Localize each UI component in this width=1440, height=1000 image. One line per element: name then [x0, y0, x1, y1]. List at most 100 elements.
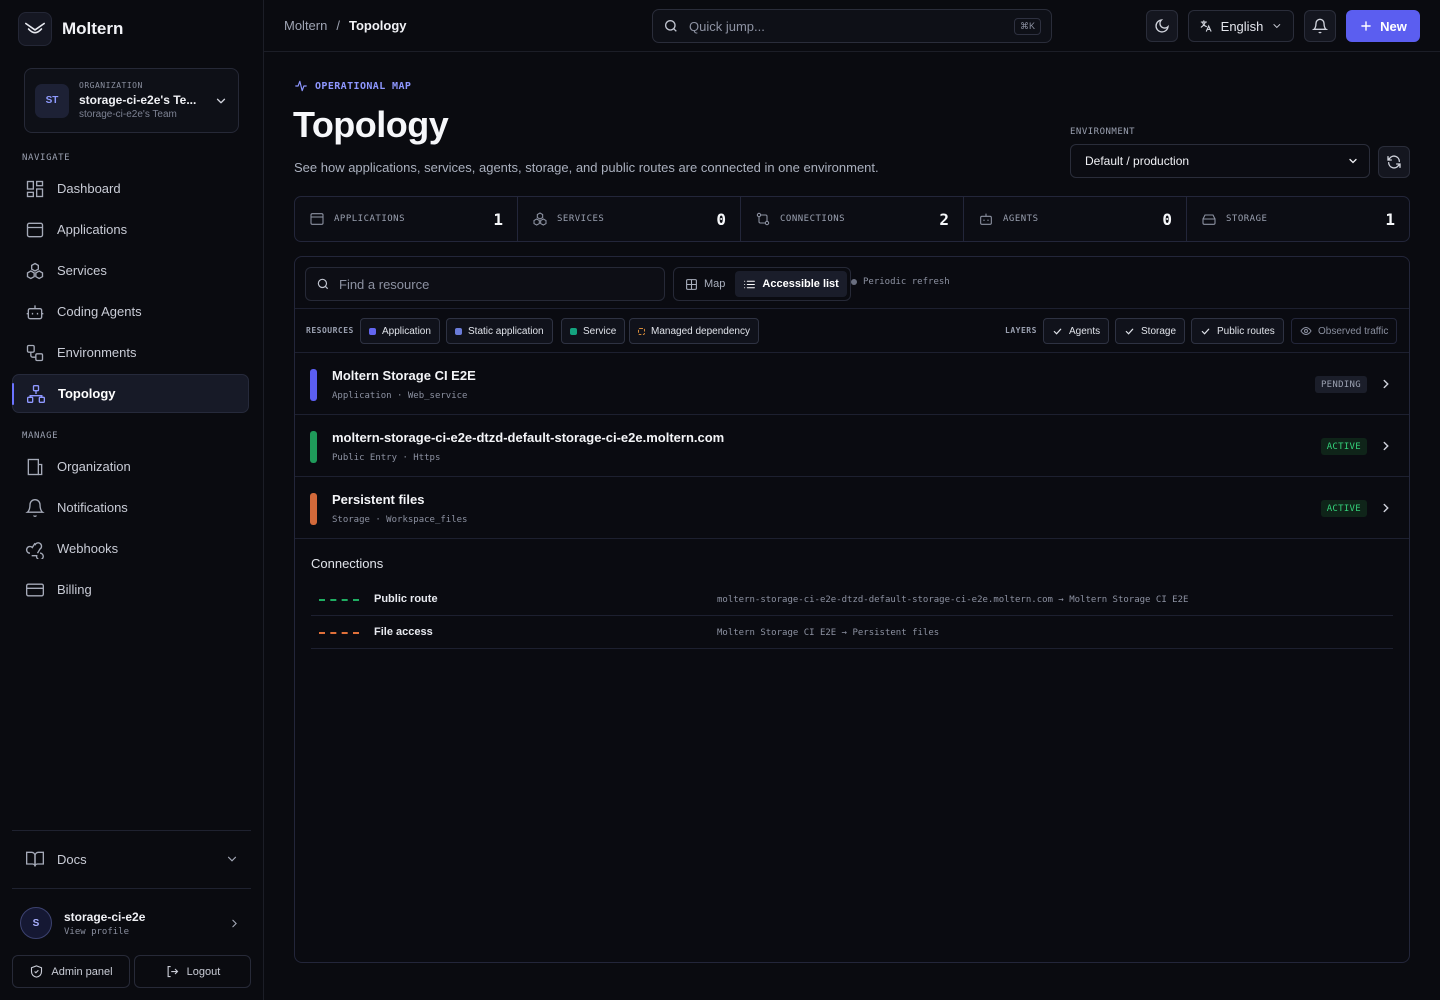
brand-name: Moltern	[62, 19, 124, 38]
stat-storage: STORAGE 1	[1187, 197, 1409, 241]
admin-panel-label: Admin panel	[51, 965, 113, 978]
list-item[interactable]: Persistent files Storage · Workspace_fil…	[295, 477, 1409, 539]
chevron-down-icon	[1273, 24, 1281, 29]
logout-icon	[167, 965, 178, 978]
quick-jump-search[interactable]: Quick jump... ⌘K	[652, 9, 1052, 43]
sidebar-item-label: Billing	[57, 582, 92, 597]
connection-row: File access Moltern Storage CI E2E → Per…	[311, 616, 1393, 649]
grid-icon	[686, 278, 697, 290]
layer-observed-traffic[interactable]: Observed traffic	[1291, 318, 1398, 344]
check-icon	[1201, 328, 1210, 335]
sidebar-item-label: Dashboard	[57, 181, 121, 196]
tab-map-label: Map	[704, 278, 726, 290]
org-name: storage-ci-e2e's Te...	[79, 93, 197, 107]
page-kicker-label: OPERATIONAL MAP	[315, 80, 412, 92]
logout-button[interactable]: Logout	[134, 955, 251, 988]
filter-label: Application	[382, 325, 431, 337]
layer-label: Observed traffic	[1318, 325, 1389, 337]
sidebar-item-label: Applications	[57, 222, 128, 237]
layers-filter-label: LAYERS	[1005, 326, 1037, 335]
organization-switcher[interactable]: ST ORGANIZATION storage-ci-e2e's Te... s…	[24, 68, 239, 133]
connection-line-swatch	[319, 599, 359, 601]
layer-label: Public routes	[1217, 325, 1275, 337]
credit-card-icon	[26, 583, 44, 596]
refresh-button[interactable]	[1378, 146, 1410, 178]
stat-value: 0	[716, 209, 726, 229]
sidebar: Moltern ST ORGANIZATION storage-ci-e2e's…	[0, 0, 264, 1000]
tab-accessible-list[interactable]: Accessible list	[735, 271, 847, 297]
check-icon	[1053, 328, 1062, 335]
filter-label: Static application	[468, 325, 544, 337]
resource-type-bar	[310, 493, 317, 525]
connection-name: Public route	[374, 593, 438, 605]
legend-swatch	[570, 327, 577, 335]
stat-services: SERVICES 0	[518, 197, 741, 241]
manage-nav: Organization Notifications Webhooks Bill…	[12, 447, 249, 611]
docs-toggle[interactable]: Docs	[12, 840, 251, 878]
layer-public-routes[interactable]: Public routes	[1191, 318, 1284, 344]
tab-map[interactable]: Map	[677, 271, 733, 297]
list-item[interactable]: moltern-storage-ci-e2e-dtzd-default-stor…	[295, 415, 1409, 477]
find-resource-placeholder: Find a resource	[339, 276, 430, 292]
layer-label: Agents	[1069, 325, 1101, 337]
chevron-right-icon	[1383, 441, 1389, 451]
new-button[interactable]: New	[1346, 10, 1420, 42]
filter-service[interactable]: Service	[561, 318, 626, 344]
environments-icon	[26, 344, 44, 361]
sidebar-item-environments[interactable]: Environments	[12, 333, 249, 372]
boxes-icon	[533, 212, 547, 226]
notifications-button[interactable]	[1304, 10, 1336, 42]
resource-title: Moltern Storage CI E2E	[332, 368, 476, 383]
shield-check-icon	[31, 965, 43, 978]
plus-icon	[1361, 21, 1371, 31]
resource-meta: Storage · Workspace_files	[332, 515, 468, 525]
resource-meta: Application · Web_service	[332, 391, 468, 401]
breadcrumb-root[interactable]: Moltern	[284, 18, 327, 33]
sidebar-item-notifications[interactable]: Notifications	[12, 488, 249, 527]
periodic-refresh-indicator: Periodic refresh	[851, 277, 950, 287]
environment-select[interactable]: Default / production	[1070, 144, 1370, 178]
logout-label: Logout	[186, 965, 221, 978]
sidebar-item-billing[interactable]: Billing	[12, 570, 249, 609]
sidebar-item-organization[interactable]: Organization	[12, 447, 249, 486]
topology-toolbar: Find a resource Map Accessible list Peri…	[295, 257, 1409, 309]
sidebar-item-services[interactable]: Services	[12, 251, 249, 290]
sidebar-item-topology[interactable]: Topology	[12, 374, 249, 413]
brand[interactable]: Moltern	[18, 12, 123, 46]
periodic-refresh-label: Periodic refresh	[863, 277, 950, 287]
sidebar-item-applications[interactable]: Applications	[12, 210, 249, 249]
theme-toggle-button[interactable]	[1146, 10, 1178, 42]
admin-panel-button[interactable]: Admin panel	[12, 955, 130, 988]
sidebar-item-label: Webhooks	[57, 541, 119, 556]
filter-managed-dependency[interactable]: Managed dependency	[629, 318, 759, 344]
stat-connections: CONNECTIONS 2	[741, 197, 964, 241]
sidebar-item-dashboard[interactable]: Dashboard	[12, 169, 249, 208]
bell-icon	[25, 498, 45, 517]
sidebar-item-label: Environments	[57, 345, 137, 360]
sidebar-item-webhooks[interactable]: Webhooks	[12, 529, 249, 568]
legend-swatch	[638, 327, 645, 335]
dashboard-icon	[26, 180, 44, 197]
language-select[interactable]: English	[1188, 10, 1294, 42]
profile-link[interactable]: S storage-ci-e2e View profile	[20, 904, 245, 942]
new-button-label: New	[1380, 18, 1407, 34]
sidebar-item-coding-agents[interactable]: Coding Agents	[12, 292, 249, 331]
org-team: storage-ci-e2e's Team	[79, 109, 177, 120]
status-badge: ACTIVE	[1320, 438, 1367, 455]
connection-name: File access	[374, 626, 433, 638]
connection-row: Public route moltern-storage-ci-e2e-dtzd…	[311, 583, 1393, 616]
sidebar-divider	[12, 830, 251, 831]
filter-application[interactable]: Application	[360, 318, 440, 344]
filter-static-application[interactable]: Static application	[446, 318, 553, 344]
list-item[interactable]: Moltern Storage CI E2E Application · Web…	[295, 353, 1409, 415]
layer-storage[interactable]: Storage	[1115, 318, 1186, 344]
boxes-icon	[26, 262, 44, 279]
breadcrumb-current: Topology	[348, 18, 407, 33]
status-badge: ACTIVE	[1320, 500, 1367, 517]
layer-agents[interactable]: Agents	[1043, 318, 1110, 344]
sidebar-divider	[12, 888, 251, 889]
environment-value: Default / production	[1085, 154, 1190, 168]
find-resource-input[interactable]: Find a resource	[305, 267, 665, 301]
connection-description: Moltern Storage CI E2E → Persistent file…	[717, 628, 940, 638]
breadcrumb-separator: /	[336, 18, 340, 33]
